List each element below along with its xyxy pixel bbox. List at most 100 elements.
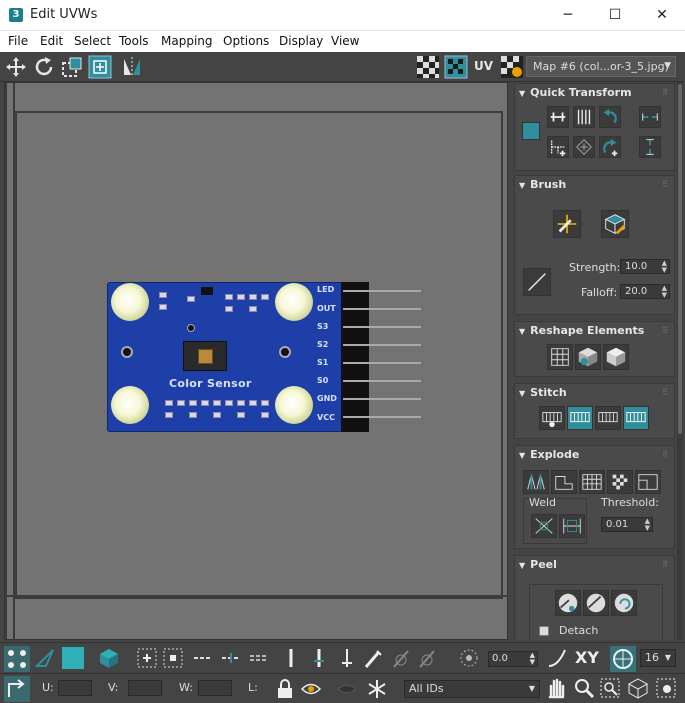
break-icon[interactable]	[523, 470, 549, 494]
paint-select-icon[interactable]	[362, 647, 384, 669]
stitch-target-icon[interactable]	[623, 406, 649, 430]
arrange-cube-icon[interactable]	[603, 344, 629, 370]
shrink-selection-icon[interactable]	[162, 647, 184, 669]
face-mode-icon[interactable]	[62, 647, 84, 669]
rotate-icon[interactable]	[32, 55, 56, 79]
menu-tools[interactable]: Tools	[119, 34, 149, 48]
checker-teal-icon[interactable]	[444, 55, 468, 79]
flatten-icon[interactable]	[635, 470, 661, 494]
rollout-title[interactable]: ▼ Brush	[519, 178, 566, 191]
quick-peel-icon[interactable]	[555, 590, 581, 616]
menu-options[interactable]: Options	[223, 34, 269, 48]
stitch-custom-icon[interactable]	[539, 406, 565, 430]
unhide-icon[interactable]	[336, 678, 358, 700]
grip-icon[interactable]: ⠿	[662, 450, 668, 459]
space-vertical-icon[interactable]	[639, 136, 661, 158]
texture-settings-icon[interactable]	[500, 55, 524, 79]
lock-icon[interactable]	[274, 678, 296, 700]
straighten-icon[interactable]	[547, 136, 569, 158]
reset-peel-icon[interactable]	[611, 590, 637, 616]
detach-edge-icon[interactable]	[551, 470, 577, 494]
grow-selection-icon[interactable]	[136, 647, 158, 669]
checker-explode-icon[interactable]	[607, 470, 633, 494]
hide-icon[interactable]	[300, 678, 322, 700]
rotate-cw-icon[interactable]	[599, 136, 621, 158]
freeform-mode-icon[interactable]	[522, 122, 540, 140]
vertical-bar-icon[interactable]	[280, 647, 302, 669]
paint-grow-icon[interactable]	[390, 647, 412, 669]
grip-icon[interactable]: ⠿	[662, 326, 668, 335]
ring-selection-icon[interactable]	[248, 647, 270, 669]
falloff-curve-icon[interactable]	[523, 268, 551, 296]
minimize-button[interactable]: ─	[545, 0, 591, 31]
zoom-extents-icon[interactable]	[627, 677, 649, 699]
w-field[interactable]	[198, 680, 232, 696]
rollout-title[interactable]: ▼ Peel	[519, 558, 557, 571]
menu-view[interactable]: View	[331, 34, 359, 48]
element-mode-icon[interactable]	[98, 647, 120, 669]
falloff-type-icon[interactable]	[546, 647, 568, 669]
panel-scrollbar[interactable]	[677, 82, 683, 640]
relax-icon[interactable]	[573, 136, 595, 158]
paint-move-icon[interactable]	[553, 210, 581, 238]
xy-label[interactable]: XY	[575, 648, 599, 667]
weld-selected-icon[interactable]	[531, 514, 557, 538]
relax-cube-icon[interactable]	[575, 344, 601, 370]
map-select[interactable]: Map #6 (col...or-3_5.jpg) ▼	[526, 56, 676, 77]
detach-checkbox[interactable]	[539, 626, 549, 636]
spinner-arrows-icon[interactable]: ▲ ▼	[662, 285, 667, 299]
stitch-average-icon[interactable]	[595, 406, 621, 430]
grid-snap-icon[interactable]	[610, 646, 636, 672]
strength-spinner[interactable]: 10.0 ▲ ▼	[620, 259, 670, 274]
zoom-region-icon[interactable]	[599, 677, 621, 699]
freeform-icon[interactable]	[88, 55, 112, 79]
menu-mapping[interactable]: Mapping	[161, 34, 213, 48]
align-vertical-icon[interactable]	[573, 106, 595, 128]
mirror-icon[interactable]	[120, 55, 144, 79]
v-field[interactable]	[128, 680, 162, 696]
uv-viewport[interactable]: Color Sensor LED OUT S3 S2 S1 S0 GND VCC	[4, 82, 508, 640]
spinner-arrows-icon[interactable]: ▲ ▼	[662, 260, 667, 274]
soft-selection-icon[interactable]	[458, 647, 480, 669]
uv-label[interactable]: UV	[474, 59, 493, 73]
grow-ring-icon[interactable]	[308, 647, 330, 669]
move-icon[interactable]	[4, 55, 28, 79]
space-horizontal-icon[interactable]	[639, 106, 661, 128]
grip-icon[interactable]: ⠿	[662, 560, 668, 569]
freeze-icon[interactable]	[366, 678, 388, 700]
rollout-title[interactable]: ▼ Stitch	[519, 386, 567, 399]
panel-scrollbar-thumb[interactable]	[678, 84, 682, 434]
menu-display[interactable]: Display	[279, 34, 323, 48]
absolute-offset-icon[interactable]	[4, 676, 30, 702]
menu-edit[interactable]: Edit	[40, 34, 63, 48]
scale-icon[interactable]	[60, 55, 84, 79]
rollout-title[interactable]: ▼ Explode	[519, 448, 579, 461]
vertex-mode-icon[interactable]	[4, 646, 30, 672]
maximize-button[interactable]: ☐	[592, 0, 638, 31]
rotate-angle-field[interactable]: 0.0 ▲ ▼	[488, 651, 538, 667]
peel-mode-icon[interactable]	[583, 590, 609, 616]
rotate-ccw-icon[interactable]	[599, 106, 621, 128]
rollout-title[interactable]: ▼ Quick Transform	[519, 86, 632, 99]
checker-icon[interactable]	[416, 55, 440, 79]
grip-icon[interactable]: ⠿	[662, 88, 668, 97]
paint-relax-icon[interactable]	[601, 210, 629, 238]
spinner-arrows-icon[interactable]: ▲ ▼	[645, 518, 650, 532]
weld-target-icon[interactable]	[559, 514, 585, 538]
material-id-dropdown[interactable]: All IDs ▼	[404, 680, 540, 698]
rollout-title[interactable]: ▼ Reshape Elements	[519, 324, 644, 337]
threshold-spinner[interactable]: 0.01 ▲ ▼	[601, 517, 653, 532]
paint-shrink-icon[interactable]	[416, 647, 438, 669]
grip-icon[interactable]: ⠿	[662, 388, 668, 397]
align-horizontal-icon[interactable]	[547, 106, 569, 128]
loop-selection-icon[interactable]	[192, 647, 214, 669]
shrink-ring-icon[interactable]	[336, 647, 358, 669]
edge-mode-icon[interactable]	[34, 647, 56, 669]
zoom-icon[interactable]	[573, 677, 595, 699]
falloff-spinner[interactable]: 20.0 ▲ ▼	[620, 284, 670, 299]
stitch-source-icon[interactable]	[567, 406, 593, 430]
menu-select[interactable]: Select	[74, 34, 111, 48]
u-field[interactable]	[58, 680, 92, 696]
close-button[interactable]: ✕	[639, 0, 685, 31]
menu-file[interactable]: File	[8, 34, 28, 48]
